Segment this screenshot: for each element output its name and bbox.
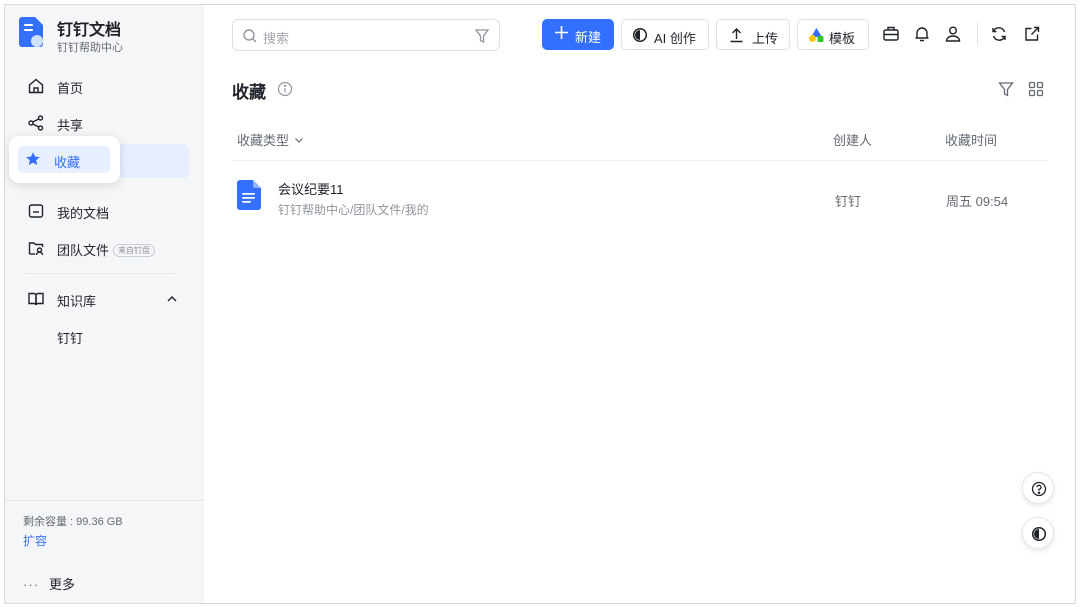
app-window: 钉钉文档 钉钉帮助中心 首页 共享 我的文档 团队文件 来自钉盘 知识库 钉钉 … <box>4 4 1076 604</box>
upload-button[interactable]: 上传 <box>716 19 790 50</box>
sidebar-item-label: 收藏 <box>54 155 81 170</box>
toolbox-icon[interactable] <box>881 24 901 44</box>
document-name[interactable]: 会议纪要11 <box>278 179 344 198</box>
sidebar-item-label: 我的文档 <box>57 206 110 221</box>
document-icon <box>237 180 261 210</box>
template-icon <box>809 28 824 42</box>
folder-icon <box>28 204 44 218</box>
document-favorited-time: 周五 09:54 <box>946 194 1009 209</box>
ai-icon <box>1031 526 1047 542</box>
sync-icon[interactable] <box>989 24 1009 44</box>
brand-subtitle: 钉钉帮助中心 <box>57 42 123 54</box>
page-title: 收藏 <box>232 83 266 102</box>
user-icon[interactable] <box>943 24 963 44</box>
search-placeholder: 搜索 <box>263 31 290 46</box>
sidebar-item-label: 钉钉 <box>57 331 84 346</box>
new-button[interactable]: 新建 <box>542 19 614 50</box>
brand-title: 钉钉文档 <box>57 22 122 39</box>
sidebar-item-favorites-card: 收藏 <box>9 136 120 183</box>
column-header-creator: 创建人 <box>833 133 873 148</box>
search-icon <box>243 29 257 43</box>
source-badge: 来自钉盘 <box>113 244 156 257</box>
template-label: 模板 <box>829 31 856 46</box>
help-button[interactable] <box>1022 472 1054 504</box>
table-header-divider <box>232 160 1048 161</box>
sidebar: 钉钉文档 钉钉帮助中心 首页 共享 我的文档 团队文件 来自钉盘 知识库 钉钉 … <box>5 5 204 603</box>
search-input[interactable]: 搜索 <box>232 19 500 51</box>
sidebar-item-label: 首页 <box>57 81 84 96</box>
document-path: 钉钉帮助中心/团队文件/我的 <box>278 203 429 217</box>
team-folder-icon <box>28 242 44 256</box>
new-button-label: 新建 <box>575 30 602 45</box>
document-creator: 钉钉 <box>835 194 862 209</box>
dingtalk-docs-logo-icon <box>19 17 43 47</box>
open-external-icon[interactable] <box>1022 24 1042 44</box>
sidebar-item-label: 知识库 <box>57 294 97 309</box>
more-button[interactable]: ··· 更多 <box>23 574 75 593</box>
sidebar-item-share[interactable]: 共享 <box>19 108 189 138</box>
sidebar-item-team-files[interactable]: 团队文件 来自钉盘 <box>19 233 189 263</box>
toolbar-divider <box>977 23 978 45</box>
plus-icon <box>555 26 568 39</box>
expand-storage-link[interactable]: 扩容 <box>23 532 47 549</box>
star-icon <box>26 152 40 165</box>
home-icon <box>28 78 44 94</box>
ai-icon <box>632 27 648 43</box>
template-button[interactable]: 模板 <box>797 19 869 50</box>
help-icon <box>1031 481 1047 497</box>
sidebar-item-knowledge-base[interactable]: 知识库 <box>19 284 189 314</box>
bell-icon[interactable] <box>912 24 932 44</box>
sidebar-item-home[interactable]: 首页 <box>19 71 189 101</box>
upload-label: 上传 <box>752 31 779 46</box>
upload-icon <box>730 28 743 43</box>
table-row[interactable]: 会议纪要11 钉钉帮助中心/团队文件/我的 钉钉 周五 09:54 <box>232 168 1048 226</box>
ai-create-button[interactable]: AI 创作 <box>621 19 709 50</box>
sidebar-item-label: 团队文件 来自钉盘 <box>57 240 156 259</box>
sidebar-item-label: 共享 <box>57 118 84 133</box>
sidebar-item-favorites[interactable]: 收藏 <box>18 146 110 173</box>
ai-create-label: AI 创作 <box>654 31 696 46</box>
column-header-time: 收藏时间 <box>945 133 998 148</box>
grid-view-icon[interactable] <box>1028 81 1044 97</box>
chevron-up-icon[interactable] <box>166 293 178 305</box>
info-icon[interactable] <box>277 81 293 97</box>
book-icon <box>28 292 44 306</box>
storage-remaining: 剩余容量 : 99.36 GB <box>23 516 123 528</box>
more-dots-icon: ··· <box>23 577 39 592</box>
share-icon <box>28 115 44 131</box>
filter-icon[interactable] <box>998 81 1014 97</box>
column-header-type[interactable]: 收藏类型 <box>237 130 304 149</box>
sidebar-bottom-divider <box>5 500 204 501</box>
chevron-down-icon <box>295 138 303 143</box>
filter-icon[interactable] <box>475 28 489 44</box>
more-label: 更多 <box>49 577 76 592</box>
sidebar-divider <box>25 273 175 274</box>
sidebar-item-my-docs[interactable]: 我的文档 <box>19 196 189 226</box>
ai-assistant-button[interactable] <box>1022 517 1054 549</box>
sidebar-subitem-dingtalk[interactable]: 钉钉 <box>19 321 189 351</box>
brand[interactable]: 钉钉文档 钉钉帮助中心 <box>19 15 199 55</box>
